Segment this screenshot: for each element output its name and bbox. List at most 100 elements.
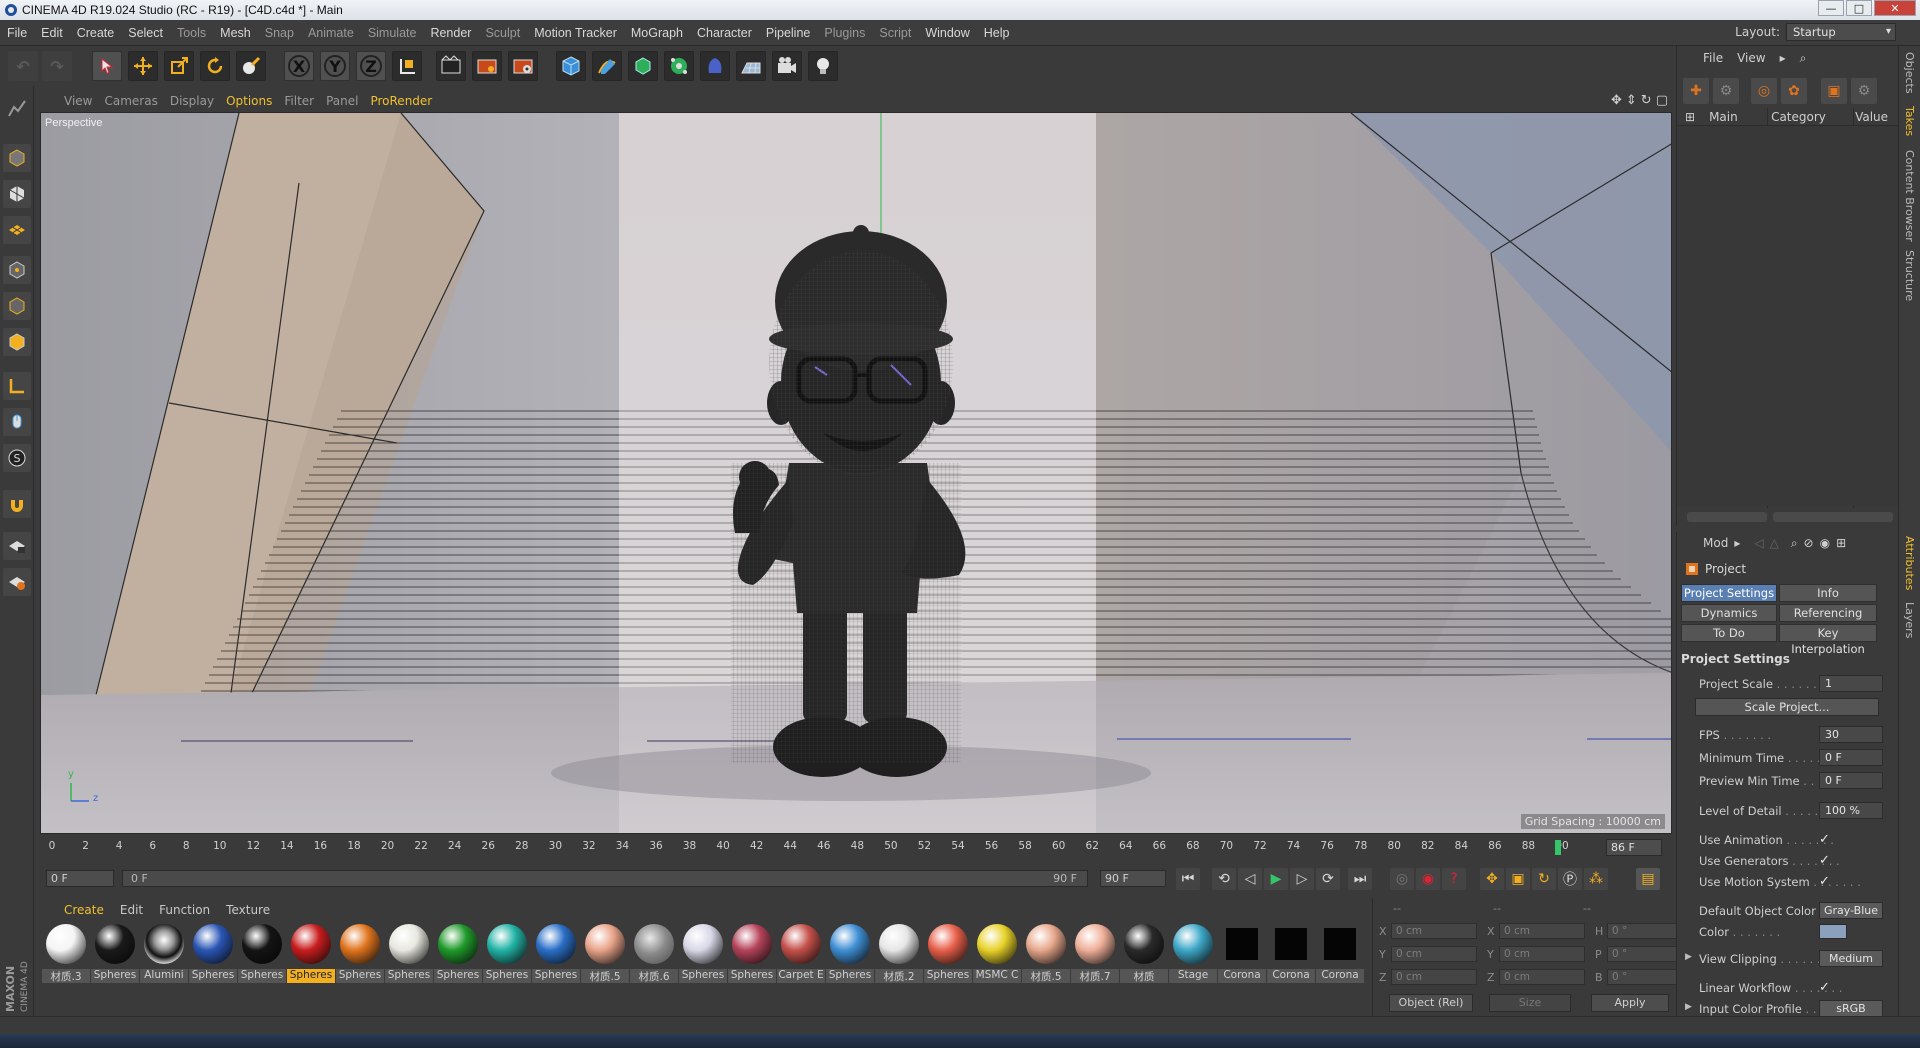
- live-selection-icon[interactable]: [236, 51, 266, 81]
- material-swatch[interactable]: Spheres: [385, 922, 433, 986]
- preview-min-time-field[interactable]: 0 F: [1819, 772, 1883, 789]
- select-tool-icon[interactable]: [92, 51, 122, 81]
- coordinate-system-icon[interactable]: [392, 51, 422, 81]
- timeline-playhead[interactable]: [1555, 840, 1561, 855]
- end-frame-field[interactable]: 90 F: [1100, 870, 1166, 887]
- side-tab-layers[interactable]: Layers: [1903, 602, 1916, 638]
- linear-workflow-checkbox[interactable]: ✓: [1819, 980, 1830, 995]
- objects-search-icon[interactable]: ⌕: [1800, 51, 1807, 66]
- horizontal-scrollbar[interactable]: [1773, 512, 1893, 522]
- material-swatch[interactable]: Corona: [1218, 922, 1266, 986]
- start-frame-field[interactable]: 0 F: [46, 870, 114, 887]
- key-position-icon[interactable]: ✥: [1480, 868, 1504, 890]
- size-z-field[interactable]: 0 cm: [1499, 969, 1585, 985]
- key-parameter-icon[interactable]: Ⓟ: [1558, 868, 1582, 890]
- viewport-menu-cameras[interactable]: Cameras: [104, 94, 167, 108]
- make-editable-icon[interactable]: [3, 94, 31, 122]
- close-button[interactable]: ✕: [1874, 0, 1916, 16]
- timeline-ruler[interactable]: 0 2 4 6 8 10 12 14 16 18 20 22 24 26 28 30 32 34 36 38 40 42 4…: [40, 838, 1672, 858]
- play-forward-icon[interactable]: ▶: [1264, 868, 1288, 890]
- level-of-detail-field[interactable]: 100 %: [1819, 802, 1883, 819]
- side-tab-attributes[interactable]: Attributes: [1903, 536, 1916, 590]
- menu-create[interactable]: Create: [70, 26, 122, 40]
- take-override-group-icon[interactable]: ✿: [1781, 78, 1807, 104]
- objects-menu-view[interactable]: View: [1737, 51, 1765, 65]
- preview-range-slider[interactable]: 0 F 90 F: [122, 870, 1088, 887]
- tab-referencing[interactable]: Referencing: [1779, 604, 1877, 622]
- apply-button[interactable]: Apply: [1591, 994, 1669, 1012]
- position-y-field[interactable]: 0 cm: [1391, 946, 1477, 962]
- take-clone-icon[interactable]: ⚙: [1713, 78, 1739, 104]
- material-swatch[interactable]: 材质.7: [1071, 922, 1119, 986]
- attributes-settings-icon[interactable]: ◉: [1820, 536, 1830, 550]
- objects-menu-file[interactable]: File: [1703, 51, 1723, 65]
- menu-sculpt[interactable]: Sculpt: [478, 26, 527, 40]
- key-rotation-icon[interactable]: ↻: [1532, 868, 1556, 890]
- previous-key-icon[interactable]: ⟲: [1212, 868, 1236, 890]
- minimize-button[interactable]: —: [1818, 0, 1844, 16]
- material-swatch[interactable]: Spheres: [336, 922, 384, 986]
- take-render-icon[interactable]: ▣: [1821, 78, 1847, 104]
- side-tab-structure[interactable]: Structure: [1903, 250, 1916, 301]
- expand-triangle-icon[interactable]: ▶: [1685, 1002, 1692, 1012]
- go-to-start-icon[interactable]: ⏮: [1176, 868, 1200, 890]
- keyframe-selection-icon[interactable]: ?: [1442, 868, 1466, 890]
- column-category[interactable]: Category: [1771, 110, 1855, 124]
- side-tab-takes[interactable]: Takes: [1903, 106, 1916, 136]
- menu-pipeline[interactable]: Pipeline: [759, 26, 817, 40]
- use-generators-checkbox[interactable]: ✓: [1819, 853, 1830, 868]
- menu-edit[interactable]: Edit: [34, 26, 70, 40]
- takes-tree[interactable]: [1677, 126, 1899, 506]
- horizontal-scrollbar[interactable]: [1687, 512, 1767, 522]
- menu-help[interactable]: Help: [977, 26, 1017, 40]
- rotate-tool-icon[interactable]: [200, 51, 230, 81]
- scale-project-button[interactable]: Scale Project...: [1695, 698, 1879, 716]
- side-tab-objects[interactable]: Objects: [1903, 52, 1916, 94]
- column-value[interactable]: Value: [1855, 110, 1888, 124]
- attributes-search-icon[interactable]: ⌕: [1791, 536, 1798, 551]
- material-swatch[interactable]: Alumini: [140, 922, 188, 986]
- use-animation-checkbox[interactable]: ✓: [1819, 832, 1830, 847]
- take-settings-icon[interactable]: ⚙: [1851, 78, 1877, 104]
- layout-select[interactable]: Startup: [1786, 23, 1896, 41]
- material-swatch[interactable]: 材质.2: [875, 922, 923, 986]
- side-tab-content-browser[interactable]: Content Browser: [1903, 150, 1916, 242]
- key-pla-icon[interactable]: ⁂: [1584, 868, 1608, 890]
- redo-icon[interactable]: ↷: [42, 51, 72, 81]
- menu-animate[interactable]: Animate: [301, 26, 361, 40]
- menu-render[interactable]: Render: [423, 26, 478, 40]
- render-to-picture-viewer-icon[interactable]: [472, 51, 502, 81]
- take-add-icon[interactable]: ✚: [1683, 78, 1709, 104]
- workplane-mode-icon[interactable]: [3, 216, 31, 244]
- material-swatch[interactable]: Spheres: [238, 922, 286, 986]
- size-mode-select[interactable]: Size: [1489, 994, 1571, 1012]
- material-swatch[interactable]: Spheres: [826, 922, 874, 986]
- objects-expand-icon[interactable]: ⊞: [1685, 110, 1695, 124]
- camera-icon[interactable]: [772, 51, 802, 81]
- cube-icon[interactable]: [556, 51, 586, 81]
- key-scale-icon[interactable]: ▣: [1506, 868, 1530, 890]
- render-settings-icon[interactable]: [508, 51, 538, 81]
- default-object-color-select[interactable]: Gray-Blue: [1819, 902, 1883, 919]
- light-icon[interactable]: [808, 51, 838, 81]
- position-x-field[interactable]: 0 cm: [1391, 923, 1477, 939]
- material-swatch[interactable]: 材质.5: [581, 922, 629, 986]
- fps-field[interactable]: 30: [1819, 726, 1883, 743]
- material-swatch[interactable]: Stage: [1169, 922, 1217, 986]
- x-axis-lock-button[interactable]: X: [284, 51, 314, 81]
- material-menu-function[interactable]: Function: [159, 903, 210, 917]
- menu-motion-tracker[interactable]: Motion Tracker: [527, 26, 624, 40]
- axis-mode-icon[interactable]: [3, 372, 31, 400]
- subdivision-surface-icon[interactable]: [628, 51, 658, 81]
- material-swatch[interactable]: 材质.5: [1022, 922, 1070, 986]
- material-swatch[interactable]: Carpet E: [777, 922, 825, 986]
- lock-workplane-icon[interactable]: [3, 532, 31, 560]
- z-axis-lock-button[interactable]: Z: [356, 51, 386, 81]
- points-mode-icon[interactable]: [3, 256, 31, 284]
- model-mode-icon[interactable]: [3, 144, 31, 172]
- coordinate-mode-select[interactable]: Object (Rel): [1389, 994, 1473, 1012]
- viewport-menu-prorender[interactable]: ProRender: [370, 94, 442, 108]
- material-swatch[interactable]: Spheres: [434, 922, 482, 986]
- material-swatch[interactable]: 材质.3: [42, 922, 90, 986]
- project-scale-field[interactable]: 1: [1819, 675, 1883, 692]
